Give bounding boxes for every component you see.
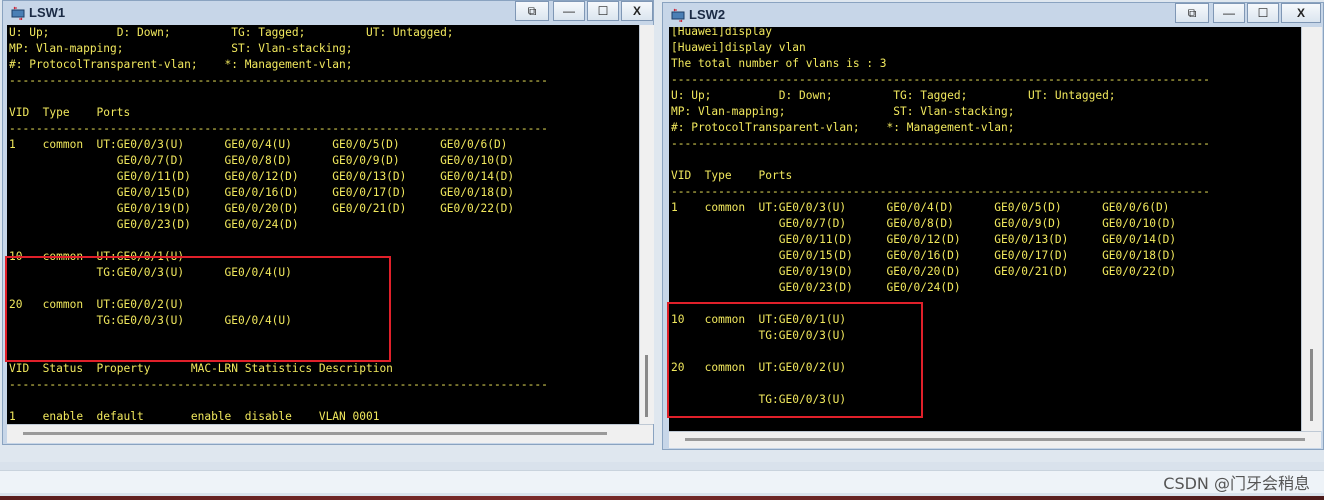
watermark: CSDN @门牙会稍息 (1163, 474, 1310, 493)
taskbar (0, 470, 1324, 493)
lsw2-terminal-output: [Huawei]display [Huawei]display vlan The… (671, 27, 1210, 406)
lsw2-close-button[interactable]: X (1281, 3, 1321, 23)
lsw1-vertical-scrollbar[interactable] (639, 25, 654, 424)
lsw1-horizontal-scroll-thumb[interactable] (23, 432, 607, 435)
lsw2-window[interactable]: LSW2 ⧉ — ☐ X [Huawei]display [Huawei]dis… (662, 2, 1324, 450)
lsw2-minimize-button[interactable]: — (1213, 3, 1245, 23)
lsw1-titlebar[interactable]: LSW1 ⧉ — ☐ X (3, 1, 653, 25)
lsw2-restore-button[interactable]: ⧉ (1175, 3, 1209, 23)
lsw2-titlebar[interactable]: LSW2 ⧉ — ☐ X (663, 3, 1323, 27)
lsw2-horizontal-scroll-thumb[interactable] (685, 438, 1305, 441)
lsw2-horizontal-scrollbar[interactable] (669, 431, 1321, 448)
lsw2-title: LSW2 (689, 7, 726, 22)
lsw2-vertical-scroll-thumb[interactable] (1310, 349, 1313, 421)
desktop-background-edge (0, 496, 1324, 500)
lsw1-vertical-scroll-thumb[interactable] (645, 355, 648, 417)
lsw1-maximize-button[interactable]: ☐ (587, 1, 619, 21)
lsw1-window[interactable]: LSW1 ⧉ — ☐ X U: Up; D: Down; TG: Tagged;… (2, 0, 654, 445)
lsw1-horizontal-scrollbar[interactable] (7, 424, 653, 443)
lsw1-close-button[interactable]: X (621, 1, 653, 21)
lsw1-terminal[interactable]: U: Up; D: Down; TG: Tagged; UT: Untagged… (7, 25, 639, 424)
lsw1-terminal-output: U: Up; D: Down; TG: Tagged; UT: Untagged… (9, 26, 548, 423)
lsw2-vertical-scrollbar[interactable] (1301, 27, 1322, 431)
switch-icon (11, 6, 25, 20)
lsw2-terminal[interactable]: [Huawei]display [Huawei]display vlan The… (669, 27, 1301, 431)
switch-icon (671, 8, 685, 22)
lsw1-restore-button[interactable]: ⧉ (515, 1, 549, 21)
lsw1-minimize-button[interactable]: — (553, 1, 585, 21)
lsw1-title: LSW1 (29, 5, 66, 20)
lsw2-maximize-button[interactable]: ☐ (1247, 3, 1279, 23)
taskbar-strip (0, 462, 1324, 500)
